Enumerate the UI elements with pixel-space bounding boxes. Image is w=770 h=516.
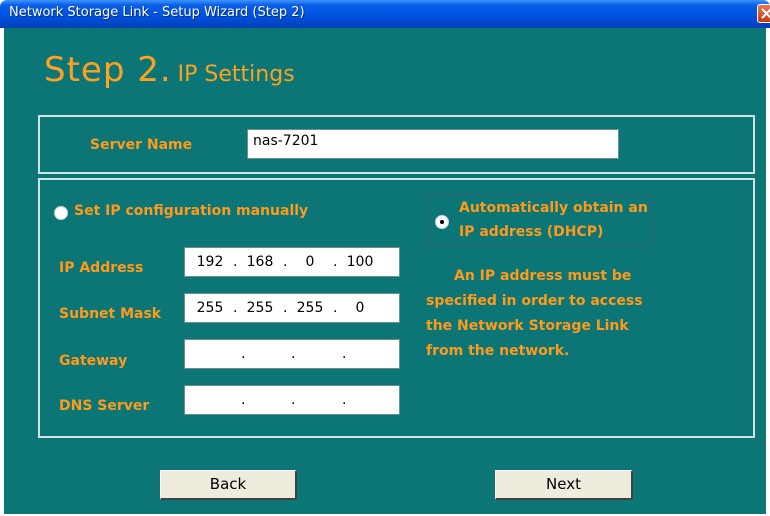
subnet-octet-4: 0 — [355, 300, 365, 316]
ip-address-label: IP Address — [59, 260, 144, 276]
wizard-content: Step 2. IP Settings Server Name nas-7201 … — [4, 28, 766, 514]
ip-separator: . — [291, 346, 296, 362]
subnet-octet-1: 255 — [196, 300, 224, 316]
subnet-mask-label: Subnet Mask — [59, 306, 162, 322]
subnet-octet-3: 255 — [296, 300, 324, 316]
close-icon — [761, 8, 770, 19]
ip-octet-1: 192 — [196, 254, 224, 270]
note-line-4: from the network. — [426, 343, 570, 359]
step-number: Step 2. — [44, 50, 172, 90]
ip-separator: . — [333, 300, 338, 316]
step-heading: Step 2. IP Settings — [44, 50, 295, 90]
gateway-input[interactable]: . . . — [184, 339, 400, 369]
back-button[interactable]: Back — [160, 470, 297, 500]
note-line-2: specified in order to access — [426, 293, 643, 309]
subnet-octet-2: 255 — [246, 300, 274, 316]
ip-separator: . — [342, 346, 347, 362]
ip-separator: . — [283, 254, 288, 270]
ip-separator: . — [333, 254, 338, 270]
close-button[interactable] — [757, 4, 770, 23]
dns-server-label: DNS Server — [59, 398, 150, 414]
note-line-1: An IP address must be — [454, 268, 632, 284]
step-subtitle: IP Settings — [177, 62, 295, 87]
server-name-label: Server Name — [90, 137, 193, 153]
subnet-mask-input[interactable]: 255 . 255 . 255 . 0 — [184, 293, 400, 323]
ip-address-input[interactable]: 192 . 168 . 0 . 100 — [184, 247, 400, 277]
note-line-3: the Network Storage Link — [426, 318, 629, 334]
ip-separator: . — [291, 392, 296, 408]
dns-server-input[interactable]: . . . — [184, 385, 400, 415]
title-bar[interactable]: Network Storage Link - Setup Wizard (Ste… — [0, 0, 770, 28]
ip-separator: . — [283, 300, 288, 316]
window-title: Network Storage Link - Setup Wizard (Ste… — [9, 5, 305, 20]
gateway-label: Gateway — [59, 353, 128, 369]
ip-octet-2: 168 — [246, 254, 274, 270]
ip-required-note: An IP address must be specified in order… — [426, 264, 726, 364]
next-button[interactable]: Next — [495, 470, 633, 500]
ip-octet-3: 0 — [305, 254, 315, 270]
ip-separator: . — [342, 392, 347, 408]
ip-octet-4: 100 — [346, 254, 374, 270]
dhcp-label-line1[interactable]: Automatically obtain an — [459, 200, 648, 216]
manual-ip-label[interactable]: Set IP configuration manually — [74, 203, 308, 219]
setup-wizard-window: Network Storage Link - Setup Wizard (Ste… — [0, 0, 770, 516]
manual-ip-radio[interactable] — [54, 206, 68, 220]
ip-separator: . — [233, 300, 238, 316]
ip-separator: . — [233, 254, 238, 270]
ip-separator: . — [241, 346, 246, 362]
ip-separator: . — [241, 392, 246, 408]
server-name-input[interactable]: nas-7201 — [247, 129, 619, 159]
dhcp-label-line2[interactable]: IP address (DHCP) — [459, 224, 603, 240]
